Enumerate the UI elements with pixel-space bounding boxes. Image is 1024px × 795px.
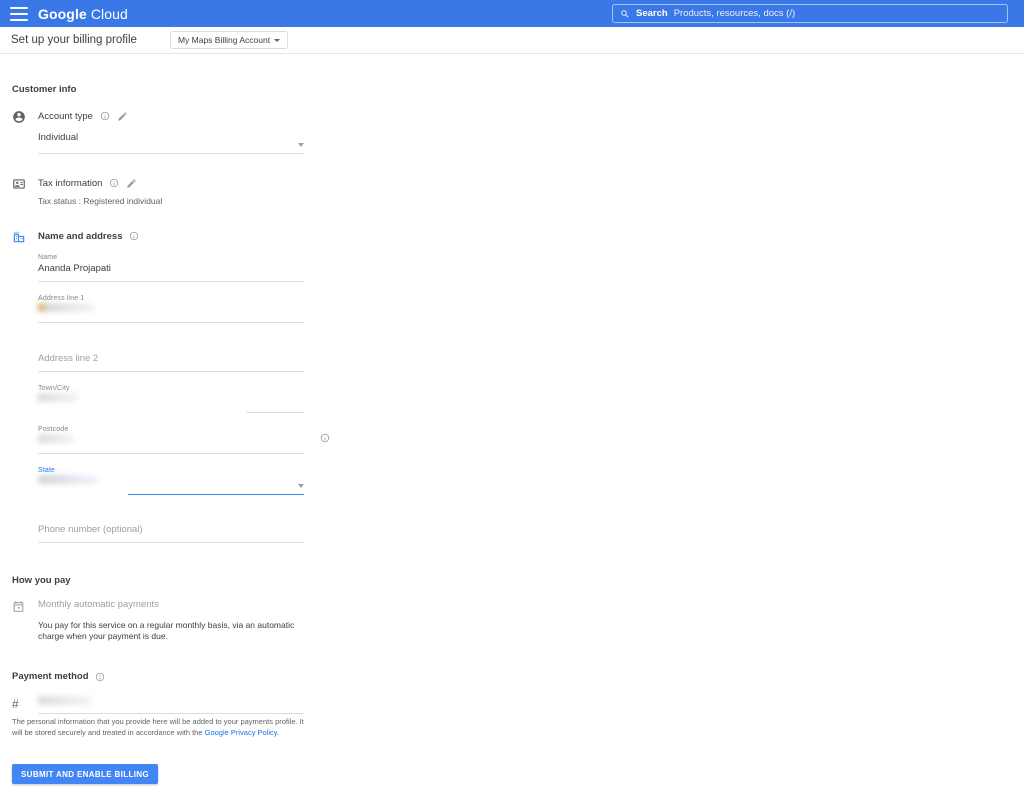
account-type-select[interactable]: Individual <box>38 128 304 154</box>
address-line-1-label: Address line 1 <box>38 295 84 302</box>
field-underline <box>38 153 304 154</box>
pencil-icon[interactable] <box>126 178 137 189</box>
google-cloud-logo[interactable]: Google Cloud <box>38 6 128 22</box>
phone-number-placeholder: Phone number (optional) <box>38 524 143 535</box>
town-city-field[interactable]: Town/City <box>38 385 304 413</box>
name-and-address-row: Name and address Name Ananda Projapati A… <box>12 229 1024 543</box>
info-icon[interactable] <box>100 111 110 121</box>
customer-info-heading: Customer info <box>12 84 1024 95</box>
chevron-down-icon <box>274 39 280 42</box>
field-underline <box>38 453 304 454</box>
name-and-address-label: Name and address <box>38 231 122 242</box>
address-line-2-field[interactable]: Address line 2 <box>38 348 304 372</box>
name-field[interactable]: Name Ananda Projapati <box>38 254 304 282</box>
account-type-label: Account type <box>38 111 93 122</box>
pencil-icon[interactable] <box>117 111 128 122</box>
town-city-label: Town/City <box>38 385 70 392</box>
how-you-pay-group: Monthly automatic payments You pay for t… <box>38 599 338 642</box>
tax-information-row: Tax information Tax status : Registered … <box>12 176 1024 207</box>
field-underline <box>38 371 304 372</box>
person-icon <box>12 109 38 154</box>
field-underline <box>128 494 304 496</box>
chevron-down-icon <box>298 143 304 147</box>
tax-information-label: Tax information <box>38 178 102 189</box>
google-privacy-policy-link[interactable]: Google Privacy Policy <box>205 728 277 737</box>
payment-method-row: # <box>12 694 1024 714</box>
app-bar: Google Cloud Search Products, resources,… <box>0 0 1024 27</box>
phone-number-field[interactable]: Phone number (optional) <box>38 519 304 543</box>
tax-status-text: Tax status : Registered individual <box>38 196 304 207</box>
field-underline <box>38 322 304 323</box>
search-input[interactable]: Search Products, resources, docs (/) <box>612 4 1008 23</box>
account-type-label-row: Account type <box>38 109 304 123</box>
info-icon[interactable] <box>95 672 105 682</box>
field-underline <box>38 281 304 282</box>
info-icon[interactable] <box>129 231 139 241</box>
account-type-value: Individual <box>38 132 78 143</box>
address-line-1-field[interactable]: Address line 1 <box>38 295 304 323</box>
submit-and-enable-billing-button[interactable]: SUBMIT AND ENABLE BILLING <box>12 764 158 784</box>
info-icon[interactable] <box>320 433 330 443</box>
address-line-1-redacted-value <box>38 303 94 312</box>
info-icon[interactable] <box>109 178 119 188</box>
state-redacted-value <box>38 475 98 484</box>
calendar-icon <box>12 599 38 642</box>
sub-header: Set up your billing profile My Maps Bill… <box>0 27 1024 54</box>
account-type-field-group: Account type Individual <box>38 109 304 154</box>
postcode-label: Postcode <box>38 426 68 433</box>
address-line-2-placeholder: Address line 2 <box>38 353 98 364</box>
contact-card-icon <box>12 176 38 207</box>
legal-text-after: . <box>277 728 279 737</box>
search-icon <box>620 9 630 19</box>
field-underline <box>246 412 304 413</box>
chevron-down-icon <box>298 484 304 488</box>
name-field-value: Ananda Projapati <box>38 263 111 274</box>
payment-method-heading: Payment method <box>12 671 89 682</box>
payment-method-glyph: # <box>12 697 19 711</box>
field-underline <box>38 713 304 714</box>
account-type-row: Account type Individual <box>12 109 1024 154</box>
search-placeholder: Products, resources, docs (/) <box>674 8 795 19</box>
payment-method-heading-row: Payment method <box>12 671 1024 682</box>
state-field[interactable]: State <box>38 467 304 495</box>
monthly-automatic-payments-label: Monthly automatic payments <box>38 599 338 610</box>
field-underline <box>38 542 304 543</box>
how-you-pay-description: You pay for this service on a regular mo… <box>38 620 310 642</box>
name-and-address-label-row: Name and address <box>38 229 304 243</box>
how-you-pay-row: Monthly automatic payments You pay for t… <box>12 599 1024 642</box>
payment-method-field[interactable] <box>38 694 304 714</box>
building-icon <box>12 229 38 543</box>
payment-method-redacted-value <box>38 696 92 705</box>
tax-information-label-row: Tax information <box>38 176 304 190</box>
main-content: Customer info Account type Individual <box>0 54 1024 714</box>
billing-account-selector[interactable]: My Maps Billing Account <box>170 31 288 49</box>
brand-google: Google <box>38 6 87 22</box>
tax-information-group: Tax information Tax status : Registered … <box>38 176 304 207</box>
state-label: State <box>38 467 55 474</box>
town-city-redacted-value <box>38 393 78 402</box>
hash-icon: # <box>12 694 38 714</box>
legal-disclaimer: The personal information that you provid… <box>12 716 304 738</box>
how-you-pay-heading: How you pay <box>12 575 1024 586</box>
brand-cloud: Cloud <box>91 6 128 22</box>
postcode-redacted-value <box>38 434 74 443</box>
postcode-field[interactable]: Postcode <box>38 426 304 454</box>
page-title: Set up your billing profile <box>11 34 137 46</box>
billing-account-label: My Maps Billing Account <box>178 35 270 45</box>
search-label: Search <box>636 8 668 19</box>
name-field-label: Name <box>38 254 57 261</box>
name-and-address-group: Name and address Name Ananda Projapati A… <box>38 229 304 543</box>
hamburger-icon[interactable] <box>10 7 28 21</box>
